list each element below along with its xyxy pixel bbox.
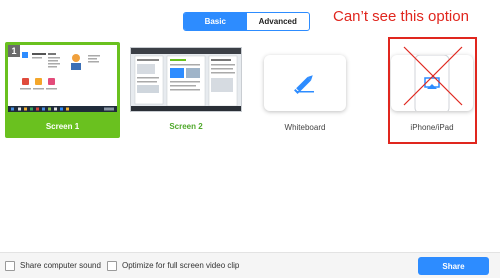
share-button[interactable]: Share [418, 257, 489, 275]
tab-basic[interactable]: Basic [184, 13, 247, 30]
screen-2-label: Screen 2 [169, 122, 203, 131]
optimize-video-label: Optimize for full screen video clip [122, 261, 240, 270]
optimize-video-checkbox[interactable] [107, 261, 117, 271]
whiteboard-thumbnail [264, 55, 346, 111]
tab-advanced[interactable]: Advanced [247, 13, 310, 30]
screen-2-preview [131, 48, 241, 111]
whiteboard-label: Whiteboard [284, 123, 326, 132]
screen-1-thumbnail [8, 45, 117, 112]
pencil-icon [294, 75, 314, 94]
annotation-highlight-box [388, 37, 477, 144]
annotation-text: Can’t see this option [333, 8, 469, 25]
screen-1-label: Screen 1 [45, 122, 80, 131]
share-option-screen-2[interactable]: Screen 2 [130, 42, 242, 138]
cross-out-mark [403, 46, 463, 106]
screen-2-thumbnail [130, 47, 242, 112]
screen-1-preview [8, 45, 117, 112]
screen-number-badge: 1 [8, 45, 20, 57]
share-option-screen-1[interactable]: 1 Screen 1 [5, 42, 120, 138]
share-option-whiteboard[interactable]: Whiteboard [264, 50, 346, 140]
share-computer-sound-checkbox[interactable] [5, 261, 15, 271]
share-mode-tabs: Basic Advanced [183, 12, 310, 31]
bottom-bar: Share computer sound Optimize for full s… [0, 252, 500, 278]
share-computer-sound-label: Share computer sound [20, 261, 101, 270]
